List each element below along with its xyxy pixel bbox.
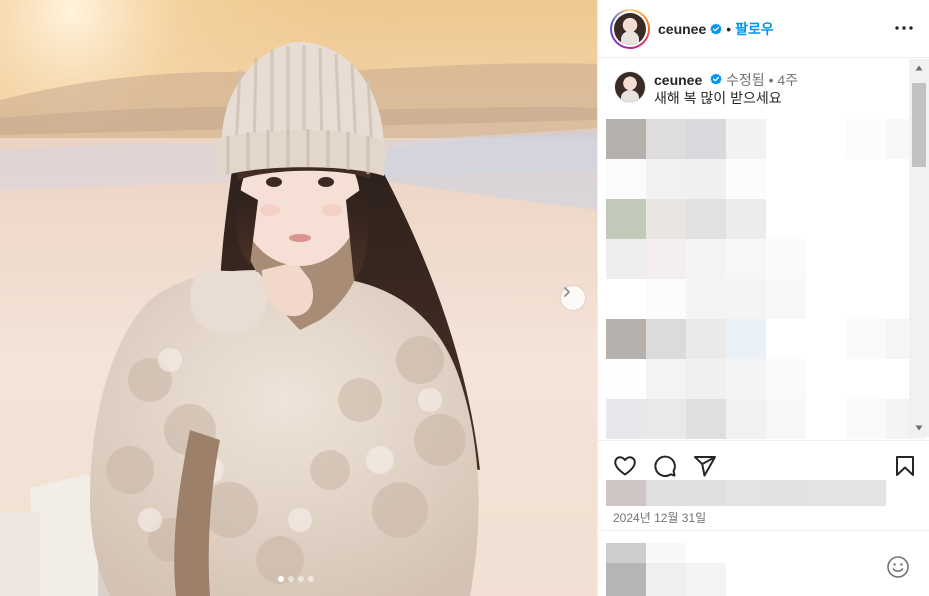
carousel-dot (308, 576, 314, 582)
blurred-comment-input (606, 543, 726, 596)
post-date[interactable]: 2024년 12월 31일 (613, 509, 706, 526)
avatar (614, 12, 646, 45)
scrollbar-thumb[interactable] (912, 83, 926, 167)
caption-username[interactable]: ceunee (654, 72, 702, 88)
smiley-icon (887, 556, 909, 578)
triangle-down-icon (915, 425, 923, 431)
verified-badge-icon (710, 73, 722, 85)
caption: ceunee 수정됨 • 4주 새해 복 많이 받으세요 (614, 71, 798, 107)
comments-scrollbar[interactable] (909, 59, 929, 437)
carousel-dot (298, 576, 304, 582)
add-comment-area[interactable] (598, 530, 929, 596)
caption-avatar[interactable] (614, 71, 646, 103)
comment-bubble-icon (654, 455, 676, 477)
paper-plane-icon (694, 456, 716, 477)
more-horizontal-icon (895, 26, 913, 30)
more-options-button[interactable] (894, 18, 914, 38)
caption-text: 새해 복 많이 받으세요 (654, 90, 782, 106)
story-ring-avatar[interactable] (610, 8, 650, 49)
triangle-up-icon (915, 65, 923, 71)
chevron-right-icon (564, 287, 570, 297)
save-button[interactable] (892, 453, 918, 479)
share-button[interactable] (692, 453, 718, 479)
comments-area[interactable]: ceunee 수정됨 • 4주 새해 복 많이 받으세요 (598, 59, 929, 439)
blurred-likes (606, 480, 886, 506)
edited-label: 수정됨 (726, 72, 765, 88)
scroll-up-button[interactable] (909, 59, 929, 77)
follow-button[interactable]: 팔로우 (735, 19, 774, 39)
bookmark-icon (896, 456, 914, 476)
carousel-dot (288, 576, 294, 582)
blurred-comments (606, 119, 926, 439)
carousel-dot (278, 576, 284, 582)
post-photo[interactable] (0, 0, 597, 596)
post-sidebar: ceunee • 팔로우 ceunee 수정됨 • 4주 새해 복 많이 받으세… (597, 0, 929, 596)
emoji-button[interactable] (886, 555, 910, 579)
heart-icon (614, 456, 636, 476)
post-age[interactable]: 4주 (777, 72, 798, 88)
like-button[interactable] (612, 453, 638, 479)
carousel-indicator (278, 576, 314, 582)
scroll-down-button[interactable] (909, 419, 929, 437)
separator-dot: • (726, 20, 732, 37)
comment-button[interactable] (652, 453, 678, 479)
photo-illustration (0, 0, 597, 596)
carousel-next-button[interactable] (561, 286, 585, 310)
post-header: ceunee • 팔로우 (598, 0, 929, 58)
separator-dot: • (768, 72, 774, 88)
verified-badge-icon (710, 23, 722, 35)
header-username[interactable]: ceunee (658, 21, 706, 37)
